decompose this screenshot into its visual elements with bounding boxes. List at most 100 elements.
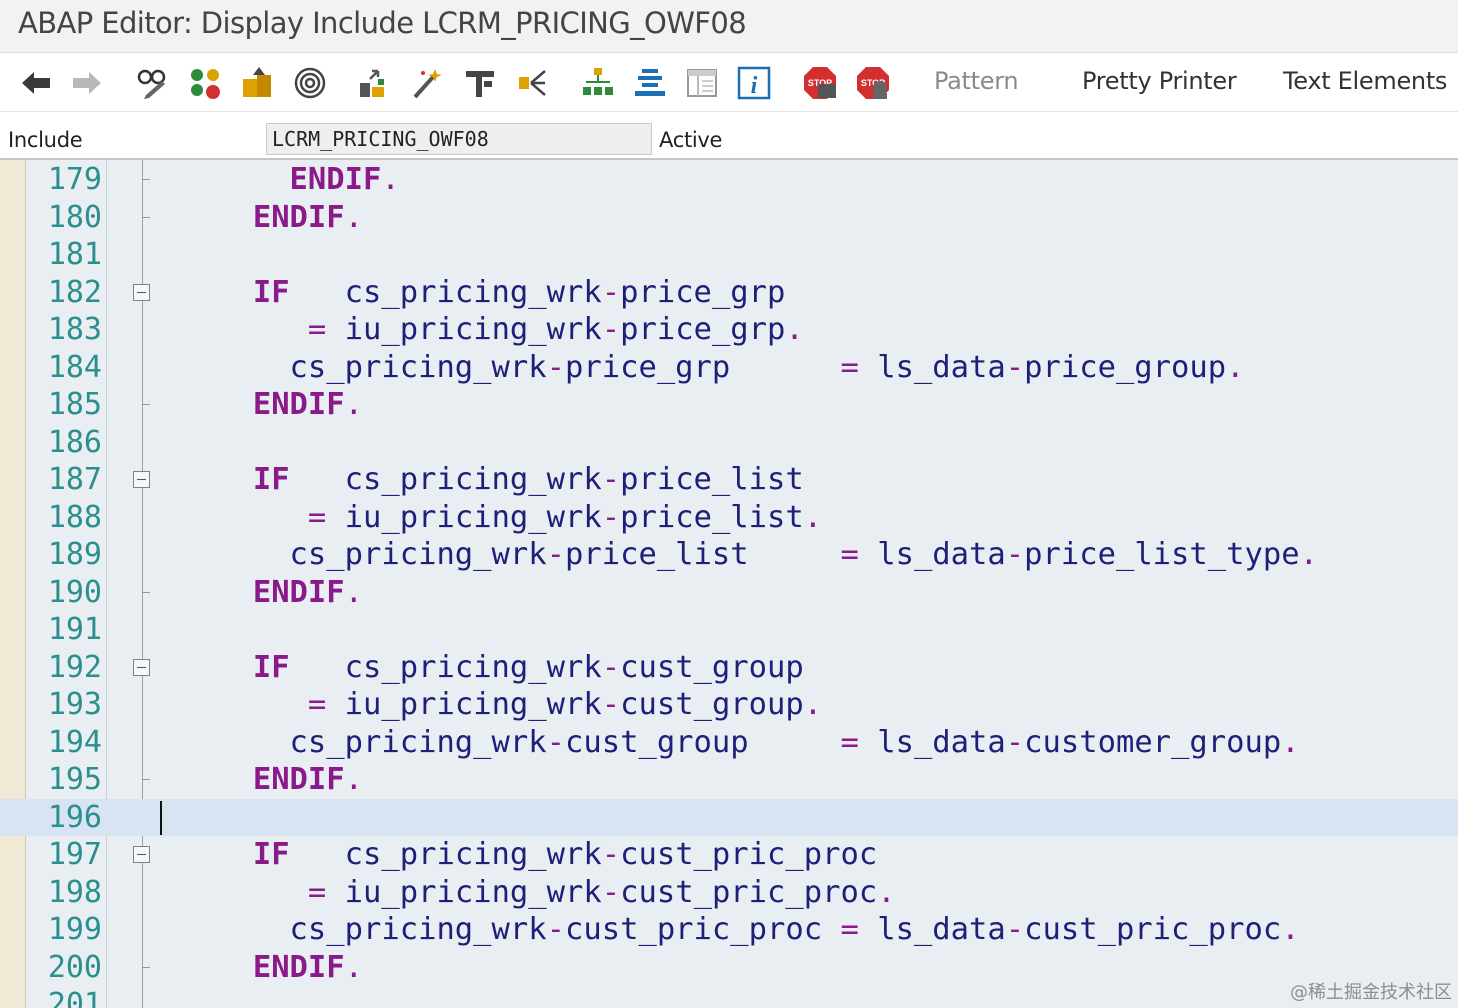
text-elements-button[interactable]: Text Elements <box>1283 67 1447 95</box>
line-number: 201 <box>47 987 102 1008</box>
svg-text:i: i <box>751 73 758 99</box>
code-line[interactable]: 188 = iu_pricing_wrk-price_list. <box>0 499 1458 536</box>
info-icon[interactable]: i <box>734 63 774 103</box>
line-number: 188 <box>47 499 102 535</box>
line-number: 186 <box>47 424 102 460</box>
line-number: 183 <box>47 312 102 347</box>
code-line[interactable]: 194 cs_pricing_wrk-cust_group = ls_data-… <box>0 724 1458 761</box>
fold-end-marker <box>142 779 150 780</box>
code-text: ENDIF. <box>252 762 364 797</box>
code-text: = iu_pricing_wrk-price_grp. <box>307 312 804 347</box>
code-line[interactable]: 200 ENDIF. <box>0 949 1458 986</box>
code-line[interactable]: 186 <box>0 424 1458 461</box>
code-line[interactable]: 196 <box>0 798 1458 836</box>
activate-icon[interactable] <box>237 63 277 103</box>
line-number: 194 <box>47 724 102 760</box>
line-number: 198 <box>47 874 102 910</box>
status-text: Active <box>659 128 723 152</box>
include-name-field[interactable]: LCRM_PRICING_OWF08 <box>266 123 652 155</box>
application-toolbar: i STOP STOP Pattern Pretty Printer Text … <box>0 53 1458 112</box>
code-text: IF cs_pricing_wrk-cust_pric_proc <box>252 837 878 872</box>
external-breakpoint-icon[interactable]: STOP <box>853 63 893 103</box>
object-list-icon[interactable] <box>578 63 618 103</box>
code-text: cs_pricing_wrk-cust_group = ls_data-cust… <box>289 724 1300 760</box>
code-line[interactable]: 190 ENDIF. <box>0 574 1458 611</box>
fold-end-marker <box>142 216 150 218</box>
line-number: 199 <box>47 912 102 947</box>
code-text: ENDIF. <box>252 949 364 985</box>
code-text: = iu_pricing_wrk-cust_group. <box>307 687 823 722</box>
title-bar: ABAP Editor: Display Include LCRM_PRICIN… <box>0 0 1458 53</box>
fold-toggle-icon[interactable] <box>133 283 150 301</box>
line-number: 181 <box>47 237 102 272</box>
code-line[interactable]: 179 ENDIF. <box>0 161 1458 198</box>
line-number: 180 <box>47 199 102 235</box>
line-number: 196 <box>47 799 102 835</box>
code-line[interactable]: 182 IF cs_pricing_wrk-price_grp <box>0 274 1458 311</box>
check-icon[interactable] <box>185 63 225 103</box>
code-text: cs_pricing_wrk-price_grp = ls_data-price… <box>289 349 1245 385</box>
fold-end-marker <box>142 966 150 968</box>
magic-wand-icon[interactable] <box>407 63 447 103</box>
code-editor[interactable]: 179 ENDIF. 180 ENDIF. 181 182 IF cs_pricing… <box>0 160 1458 1008</box>
session-breakpoint-icon[interactable]: STOP <box>800 63 840 103</box>
window-title: ABAP Editor: Display Include LCRM_PRICIN… <box>18 6 747 40</box>
code-line[interactable]: 201 <box>0 986 1458 1008</box>
code-line[interactable]: 184 cs_pricing_wrk-price_grp = ls_data-p… <box>0 349 1458 386</box>
code-text: IF cs_pricing_wrk-price_list <box>252 462 804 497</box>
line-number: 190 <box>47 574 102 610</box>
code-line[interactable]: 195 ENDIF. <box>0 761 1458 798</box>
fold-end-marker <box>142 591 150 593</box>
pattern-button[interactable]: Pattern <box>934 67 1019 95</box>
code-line[interactable]: 183 = iu_pricing_wrk-price_grp. <box>0 311 1458 348</box>
line-number: 193 <box>47 687 102 722</box>
display-change-icon[interactable] <box>132 63 172 103</box>
code-line[interactable]: 181 <box>0 236 1458 273</box>
stack-icon[interactable] <box>630 63 670 103</box>
forward-arrow-icon[interactable] <box>67 63 107 103</box>
back-arrow-icon[interactable] <box>16 63 56 103</box>
code-line[interactable]: 189 cs_pricing_wrk-price_list = ls_data-… <box>0 536 1458 573</box>
fold-toggle-icon[interactable] <box>133 846 150 863</box>
navigation-icon[interactable] <box>513 63 553 103</box>
code-line[interactable]: 191 <box>0 611 1458 648</box>
fold-toggle-icon[interactable] <box>133 471 150 488</box>
line-number: 187 <box>47 462 102 497</box>
code-line[interactable]: 199 cs_pricing_wrk-cust_pric_proc = ls_d… <box>0 911 1458 948</box>
code-line[interactable]: 187 IF cs_pricing_wrk-price_list <box>0 461 1458 498</box>
code-text: ENDIF. <box>252 199 364 235</box>
where-used-icon[interactable] <box>290 63 330 103</box>
code-line[interactable]: 197 IF cs_pricing_wrk-cust_pric_proc <box>0 836 1458 873</box>
include-info-bar: Include LCRM_PRICING_OWF08 Active <box>0 112 1458 160</box>
text-cursor <box>160 800 162 835</box>
line-number: 197 <box>47 837 102 872</box>
code-line[interactable]: 192 IF cs_pricing_wrk-cust_group <box>0 649 1458 686</box>
other-object-icon[interactable] <box>354 63 394 103</box>
code-text: cs_pricing_wrk-cust_pric_proc = ls_data-… <box>289 912 1300 947</box>
code-text: ENDIF. <box>252 574 364 610</box>
fold-end-marker <box>142 179 150 180</box>
code-text: ENDIF. <box>289 162 400 197</box>
layout-icon[interactable] <box>682 63 722 103</box>
code-text: cs_pricing_wrk-price_list = ls_data-pric… <box>289 537 1318 572</box>
line-number: 184 <box>47 349 102 385</box>
line-number: 200 <box>47 949 102 985</box>
code-line[interactable]: 193 = iu_pricing_wrk-cust_group. <box>0 686 1458 723</box>
fold-toggle-icon[interactable] <box>133 658 150 676</box>
pretty-printer-button[interactable]: Pretty Printer <box>1082 67 1237 95</box>
code-text: IF cs_pricing_wrk-cust_group <box>252 649 804 685</box>
code-line[interactable]: 185 ENDIF. <box>0 386 1458 423</box>
fold-end-marker <box>142 404 150 405</box>
line-number: 185 <box>47 387 102 422</box>
set-breakpoint-icon[interactable] <box>460 63 500 103</box>
code-text: = iu_pricing_wrk-cust_pric_proc. <box>307 874 896 910</box>
line-number: 192 <box>47 649 102 685</box>
line-number: 191 <box>47 612 102 647</box>
code-text: IF cs_pricing_wrk-price_grp <box>252 274 786 310</box>
line-number: 189 <box>47 537 102 572</box>
line-number: 195 <box>47 762 102 797</box>
code-line[interactable]: 198 = iu_pricing_wrk-cust_pric_proc. <box>0 874 1458 911</box>
watermark: @稀土掘金技术社区 <box>1290 982 1452 1003</box>
code-line[interactable]: 180 ENDIF. <box>0 199 1458 236</box>
line-number: 182 <box>47 274 102 310</box>
